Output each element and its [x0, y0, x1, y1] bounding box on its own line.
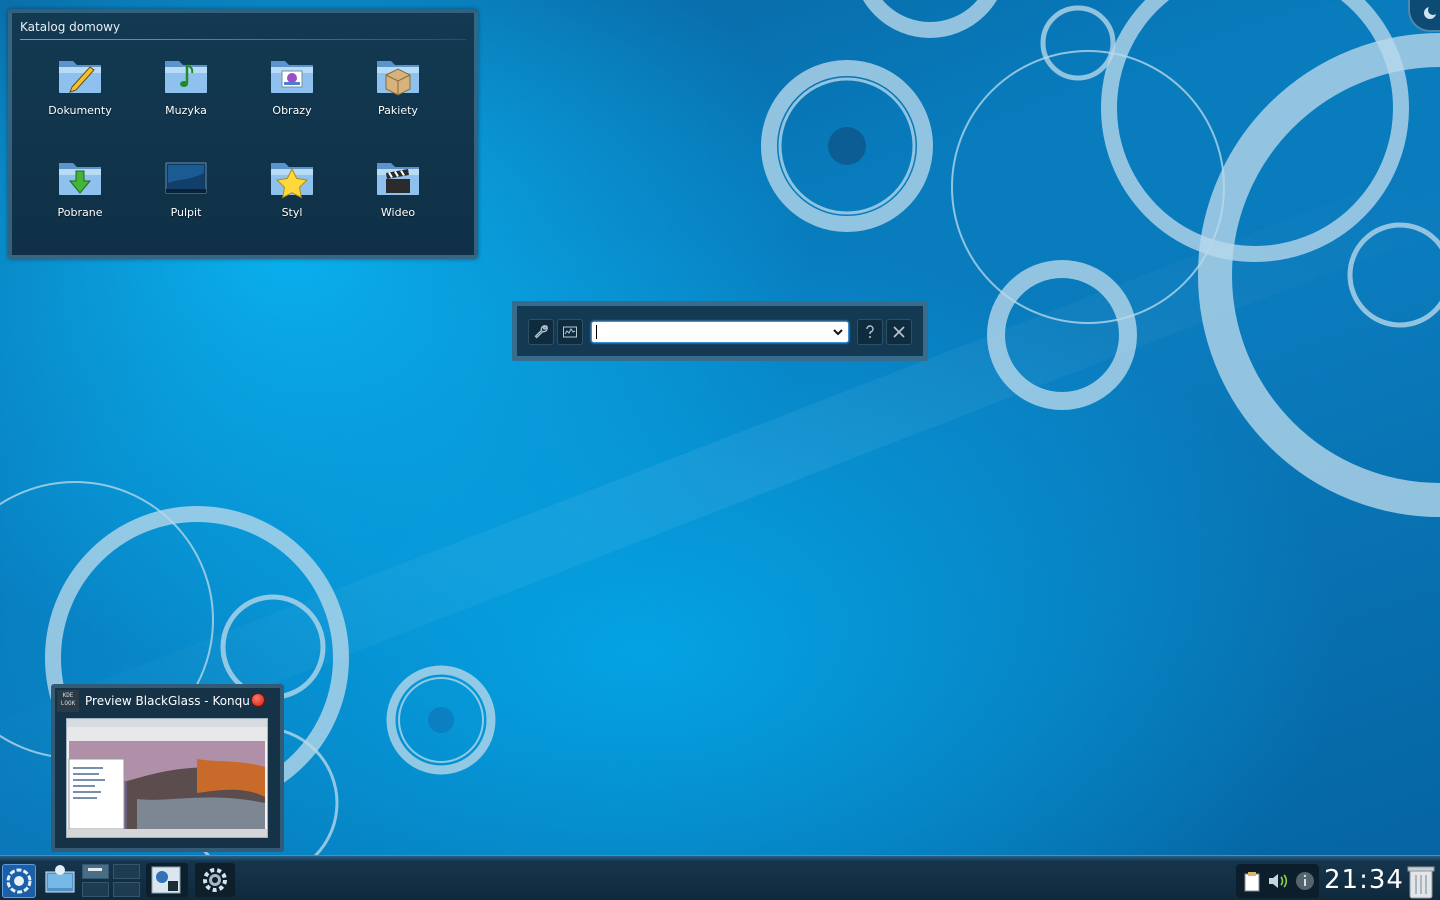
show-desktop-button[interactable]	[43, 863, 77, 897]
folder-label: Dokumenty	[48, 104, 112, 117]
folder-label: Pakiety	[378, 104, 418, 117]
close-icon[interactable]	[251, 693, 265, 707]
window-thumbnail[interactable]	[66, 718, 268, 838]
info-icon[interactable]	[1294, 870, 1316, 892]
kde-menu-icon	[6, 868, 32, 894]
documents-folder-icon	[59, 61, 101, 93]
style-folder-icon	[271, 163, 313, 199]
digital-clock[interactable]: 21:34	[1324, 865, 1404, 895]
chevron-down-icon[interactable]	[832, 326, 844, 338]
close-icon	[893, 326, 905, 338]
folder-item-muzyka[interactable]: Muzyka	[141, 51, 231, 141]
krunner-close-button[interactable]	[886, 319, 912, 345]
downloads-folder-icon	[59, 163, 101, 195]
trash-icon[interactable]	[1406, 864, 1436, 900]
pager-desktop-3[interactable]	[82, 882, 109, 897]
folder-label: Wideo	[380, 206, 416, 219]
clipboard-icon[interactable]	[1240, 869, 1264, 893]
krunner-dialog	[512, 301, 928, 361]
krunner-search-input[interactable]	[591, 321, 849, 343]
pager-desktop-1[interactable]	[82, 864, 109, 879]
application-launcher-button[interactable]	[2, 864, 36, 898]
kde-look-logo: KDE LOOK	[57, 690, 79, 712]
krunner-activity-button[interactable]	[557, 319, 583, 345]
task-manager-icon	[563, 326, 577, 338]
folder-view-widget: Katalog domowy Dokumenty Muzyka Obrazy P…	[8, 9, 478, 259]
video-folder-icon	[377, 163, 419, 195]
system-tray	[1236, 864, 1319, 898]
folder-item-styl[interactable]: Styl	[247, 153, 337, 243]
packages-folder-icon	[377, 61, 419, 96]
window-thumbnail-image	[67, 719, 267, 837]
task-konqueror[interactable]	[146, 863, 188, 897]
volume-icon[interactable]	[1266, 869, 1290, 893]
folder-item-pobrane[interactable]: Pobrane	[35, 153, 125, 243]
folder-label: Pobrane	[57, 206, 103, 219]
task-preview-title: Preview BlackGlass - Konqu	[85, 694, 250, 708]
pager-desktop-4[interactable]	[113, 882, 140, 897]
krunner-help-button[interactable]	[857, 319, 883, 345]
task-system-settings[interactable]	[195, 863, 235, 897]
pager-desktop-2[interactable]	[113, 864, 140, 879]
desktop-switch-icon	[45, 865, 75, 893]
folder-label: Obrazy	[272, 104, 312, 117]
taskbar-panel: 21:34	[0, 855, 1440, 900]
task-preview-tooltip[interactable]: KDE LOOK Preview BlackGlass - Konqu	[51, 684, 284, 852]
krunner-settings-button[interactable]	[528, 319, 554, 345]
pictures-folder-icon	[271, 61, 313, 93]
activities-icon	[1424, 5, 1438, 19]
logo-text: KDE LOOK	[60, 692, 76, 707]
folder-view-title: Katalog domowy	[20, 20, 121, 34]
text-caret	[596, 325, 597, 339]
folder-label: Muzyka	[165, 104, 207, 117]
question-icon	[866, 325, 874, 338]
folder-item-wideo[interactable]: Wideo	[353, 153, 443, 243]
folder-label: Pulpit	[170, 206, 202, 219]
virtual-desktop-pager[interactable]	[82, 864, 140, 898]
folder-item-obrazy[interactable]: Obrazy	[247, 51, 337, 141]
folder-label: Styl	[281, 206, 303, 219]
folder-item-pulpit[interactable]: Pulpit	[141, 153, 231, 243]
desktop-folder-icon	[165, 162, 207, 194]
konqueror-task-icon	[151, 866, 181, 894]
music-folder-icon	[165, 61, 207, 93]
wrench-icon	[534, 325, 548, 339]
folder-item-pakiety[interactable]: Pakiety	[353, 51, 443, 141]
system-settings-icon	[203, 868, 227, 892]
folder-item-dokumenty[interactable]: Dokumenty	[35, 51, 125, 141]
divider	[20, 39, 466, 40]
